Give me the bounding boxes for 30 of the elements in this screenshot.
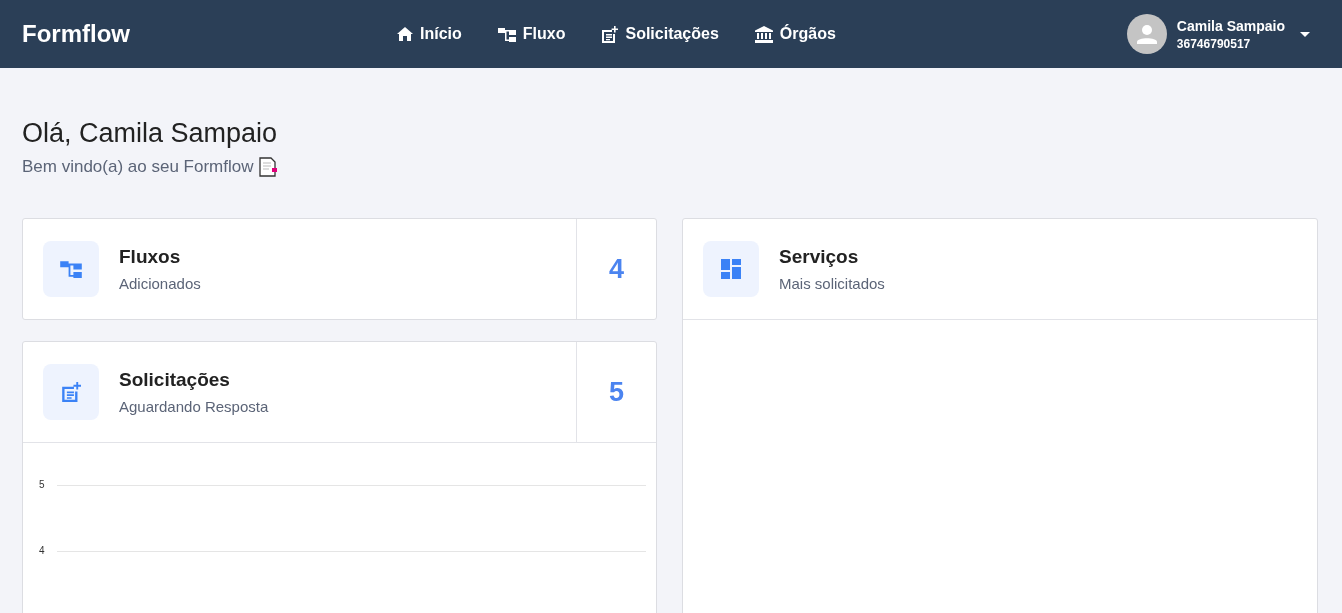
greeting-subtitle: Bem vindo(a) ao seu Formflow bbox=[22, 157, 254, 177]
card-subtitle: Adicionados bbox=[119, 275, 202, 292]
bank-icon bbox=[754, 25, 773, 43]
brand-logo[interactable]: Formflow bbox=[22, 20, 130, 48]
user-menu[interactable]: Camila Sampaio 36746790517 bbox=[1126, 14, 1310, 54]
flow-icon bbox=[60, 260, 82, 278]
nav-link[interactable]: Solicitações bbox=[601, 25, 719, 43]
card-subtitle: Mais solicitados bbox=[779, 275, 886, 292]
flow-icon bbox=[497, 26, 516, 42]
document-icon bbox=[258, 157, 279, 177]
home-icon bbox=[397, 27, 413, 41]
document-plus-icon bbox=[61, 382, 81, 402]
card-subtitle: Aguardando Resposta bbox=[119, 398, 270, 415]
axis-tick-label: 4 bbox=[39, 545, 46, 556]
dashboard-icon bbox=[721, 259, 741, 279]
greeting-title: Olá, Camila Sampaio bbox=[22, 118, 279, 149]
axis-tick-label: 5 bbox=[39, 479, 46, 490]
avatar-icon bbox=[1126, 14, 1167, 54]
card-title: Fluxos bbox=[119, 246, 182, 268]
caret-icon bbox=[1300, 31, 1310, 37]
nav-link[interactable]: Órgãos bbox=[754, 25, 836, 43]
nav-link[interactable]: Início bbox=[397, 25, 462, 43]
count-value: 4 bbox=[576, 219, 656, 319]
user-id: 36746790517 bbox=[1176, 36, 1252, 51]
card-title: Solicitações bbox=[119, 369, 231, 391]
card-title: Serviços bbox=[779, 246, 860, 268]
nav-link[interactable]: Fluxo bbox=[497, 25, 566, 43]
count-value: 5 bbox=[576, 342, 656, 442]
document-plus-icon bbox=[601, 25, 619, 43]
user-name: Camila Sampaio bbox=[1176, 17, 1285, 34]
